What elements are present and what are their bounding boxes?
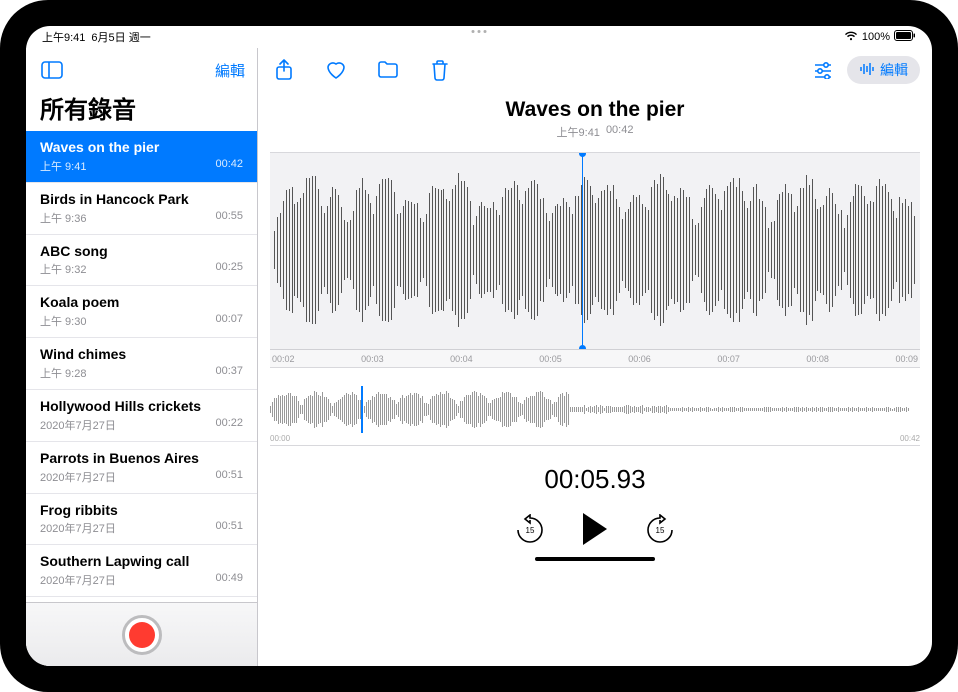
main-toolbar: 編輯 (258, 48, 932, 92)
ruler-tick: 00:05 (539, 354, 562, 364)
recording-item-sub: 2020年7月27日 (40, 572, 116, 588)
recording-duration: 00:42 (606, 124, 634, 140)
waveform-overview[interactable]: 00:00 00:42 (270, 386, 920, 446)
current-time-display: 00:05.93 (258, 464, 932, 495)
battery-icon (894, 30, 916, 44)
main-area: 編輯 Waves on the pier 上午9:41 00:42 00:020… (258, 48, 932, 666)
recording-item-name: Parrots in Buenos Aires (40, 450, 243, 467)
recording-item-duration: 00:55 (215, 210, 243, 226)
list-item[interactable]: Birds in Hancock Park 上午 9:36 00:55 (26, 183, 257, 235)
sidebar-toggle-icon[interactable] (38, 56, 66, 84)
ruler-tick: 00:02 (272, 354, 295, 364)
favorite-icon[interactable] (322, 56, 350, 84)
play-button[interactable] (579, 511, 611, 547)
recording-item-duration: 00:07 (215, 313, 243, 329)
recording-item-name: Waves on the pier (40, 139, 243, 156)
recording-item-name: ABC song (40, 243, 243, 260)
list-item[interactable]: Waves on the pier 上午 9:41 00:42 (26, 131, 257, 183)
list-item[interactable]: ABC song 上午 9:32 00:25 (26, 235, 257, 287)
recording-item-sub: 上午 9:28 (40, 365, 86, 381)
recording-title: Waves on the pier (506, 98, 685, 122)
transport-controls: 15 15 (258, 511, 932, 547)
list-item[interactable]: Koala poem 上午 9:30 00:07 (26, 286, 257, 338)
home-indicator[interactable] (535, 557, 655, 561)
recording-item-sub: 2020年7月27日 (40, 417, 116, 433)
recording-item-sub: 上午 9:32 (40, 261, 86, 277)
recording-item-sub: 2020年7月27日 (40, 469, 116, 485)
recording-item-duration: 00:51 (215, 520, 243, 536)
wifi-icon (844, 31, 858, 44)
recording-item-name: Southern Lapwing call (40, 553, 243, 570)
waveform-ruler: 00:02 00:03 00:04 00:05 00:06 00:07 00:08 00:09 (270, 349, 920, 367)
list-item[interactable]: Wind chimes 上午 9:28 00:37 (26, 338, 257, 390)
skip-back-15-button[interactable]: 15 (515, 514, 545, 544)
ruler-tick: 00:09 (895, 354, 918, 364)
recording-item-name: Hollywood Hills crickets (40, 398, 243, 415)
sidebar-edit-button[interactable]: 編輯 (215, 60, 245, 81)
record-footer (26, 602, 257, 666)
record-button[interactable] (122, 615, 162, 655)
recording-item-sub: 上午 9:36 (40, 210, 86, 226)
settings-sliders-icon[interactable] (809, 56, 837, 84)
recording-item-name: Birds in Hancock Park (40, 191, 243, 208)
list-item[interactable]: Parrots in Buenos Aires 2020年7月27日 00:51 (26, 442, 257, 494)
status-battery-percent: 100% (862, 31, 890, 43)
ruler-tick: 00:03 (361, 354, 384, 364)
overview-playhead[interactable] (361, 386, 363, 433)
recording-item-duration: 00:51 (215, 469, 243, 485)
recording-item-name: Koala poem (40, 294, 243, 311)
overview-end: 00:42 (900, 434, 920, 445)
svg-text:15: 15 (526, 526, 535, 535)
status-time: 上午9:41 (42, 29, 85, 45)
recording-item-duration: 00:37 (215, 365, 243, 381)
ruler-tick: 00:06 (628, 354, 651, 364)
folder-icon[interactable] (374, 56, 402, 84)
trash-icon[interactable] (426, 56, 454, 84)
playhead[interactable] (582, 153, 583, 349)
recording-item-sub: 2020年7月27日 (40, 520, 116, 536)
list-item[interactable]: Frog ribbits 2020年7月27日 00:51 (26, 494, 257, 546)
ruler-tick: 00:07 (717, 354, 740, 364)
detail-header: Waves on the pier 上午9:41 00:42 (258, 92, 932, 148)
recording-item-name: Frog ribbits (40, 502, 243, 519)
status-date: 6月5日 週一 (91, 29, 150, 45)
recording-item-duration: 00:42 (215, 158, 243, 174)
svg-text:15: 15 (656, 526, 665, 535)
ruler-tick: 00:08 (806, 354, 829, 364)
waveform-large[interactable]: 00:02 00:03 00:04 00:05 00:06 00:07 00:08 00:09 (270, 152, 920, 368)
recording-item-duration: 00:25 (215, 261, 243, 277)
recording-item-duration: 00:49 (215, 572, 243, 588)
share-icon[interactable] (270, 56, 298, 84)
list-item[interactable]: Hollywood Hills crickets 2020年7月27日 00:2… (26, 390, 257, 442)
recording-item-name: Wind chimes (40, 346, 243, 363)
waveform-icon (859, 62, 875, 79)
overview-start: 00:00 (270, 434, 290, 445)
edit-recording-button[interactable]: 編輯 (847, 56, 920, 84)
ruler-tick: 00:04 (450, 354, 473, 364)
sidebar: 編輯 所有錄音 Waves on the pier 上午 9:41 00:42 … (26, 48, 258, 666)
recordings-list[interactable]: Waves on the pier 上午 9:41 00:42 Birds in… (26, 131, 257, 602)
list-item[interactable]: Southern Lapwing call 2020年7月27日 00:49 (26, 545, 257, 597)
recording-item-duration: 00:22 (215, 417, 243, 433)
sidebar-title: 所有錄音 (26, 90, 257, 131)
recording-item-sub: 上午 9:41 (40, 158, 86, 174)
recording-item-sub: 上午 9:30 (40, 313, 86, 329)
edit-recording-label: 編輯 (880, 60, 908, 80)
recording-time: 上午9:41 (557, 124, 600, 140)
skip-forward-15-button[interactable]: 15 (645, 514, 675, 544)
